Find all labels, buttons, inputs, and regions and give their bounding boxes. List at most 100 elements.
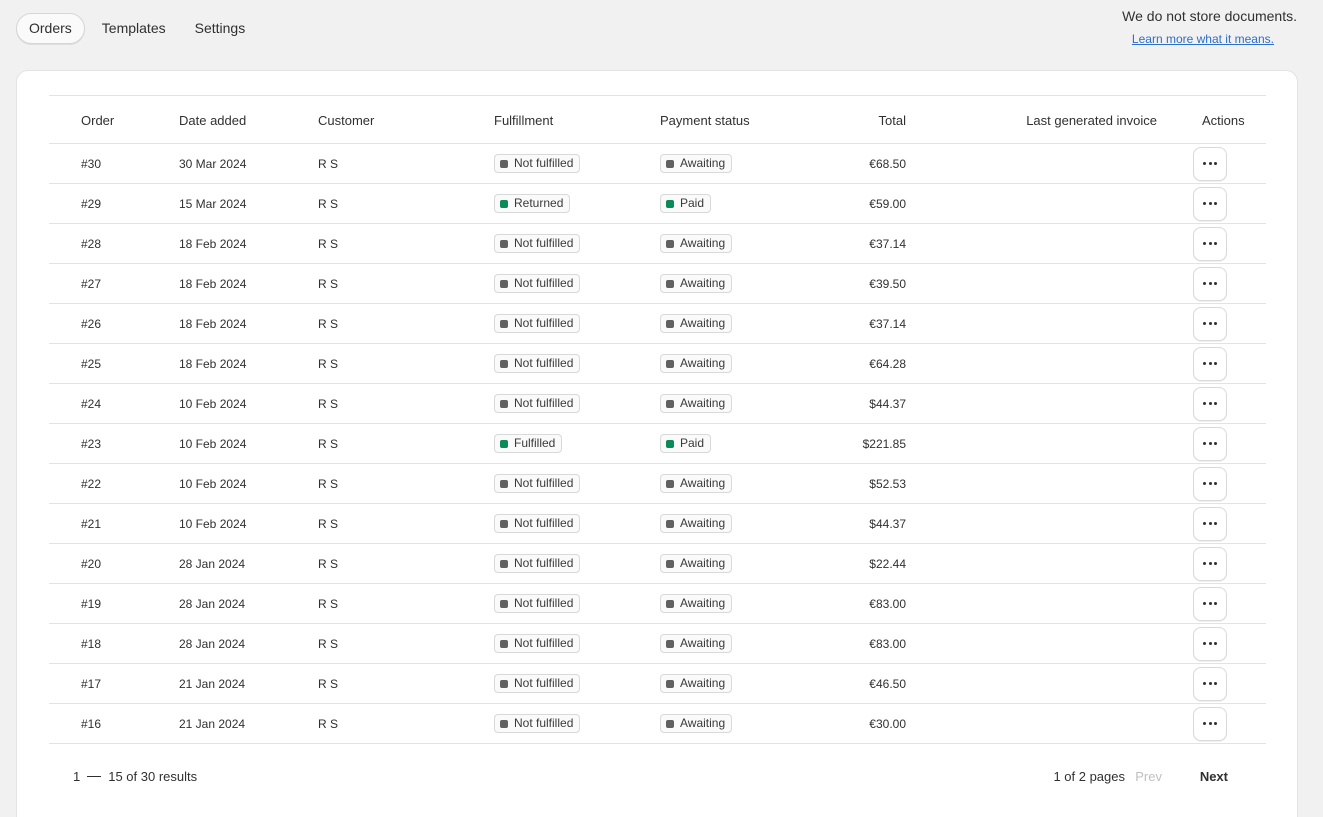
- payment-status-badge-label: Awaiting: [680, 556, 726, 570]
- date-added: 28 Jan 2024: [179, 636, 246, 651]
- more-horizontal-icon: [1203, 482, 1217, 485]
- row-actions-button[interactable]: [1193, 546, 1227, 581]
- more-horizontal-icon: [1203, 522, 1217, 525]
- last-generated-invoice: [906, 584, 1189, 624]
- date-added: 18 Feb 2024: [179, 356, 247, 371]
- payment-status-cell: Awaiting: [660, 544, 795, 584]
- more-horizontal-icon: [1203, 682, 1217, 685]
- payment-status-badge-label: Paid: [680, 436, 705, 450]
- fulfillment-cell: Not fulfilled: [494, 224, 660, 264]
- status-dot-icon: [500, 479, 508, 488]
- orders-table-body: #30 30 Mar 2024 R S Not fulfilled Awaiting €6…: [49, 144, 1266, 744]
- payment-status-cell: Awaiting: [660, 584, 795, 624]
- fulfillment-badge-label: Not fulfilled: [514, 476, 574, 490]
- order-total: $44.37: [869, 516, 906, 531]
- customer-name: R S: [318, 596, 339, 611]
- row-actions-button[interactable]: [1193, 626, 1227, 661]
- status-dot-icon: [500, 319, 508, 328]
- tab-settings[interactable]: Settings: [183, 13, 258, 44]
- row-actions-button[interactable]: [1193, 186, 1227, 221]
- fulfillment-badge: Not fulfilled: [494, 394, 581, 413]
- storage-notice-text: We do not store documents.: [1122, 8, 1297, 24]
- table-row: #24 10 Feb 2024 R S Not fulfilled Awaiting $4…: [49, 384, 1266, 424]
- prev-page-button[interactable]: Prev: [1135, 769, 1162, 784]
- row-actions-button[interactable]: [1193, 346, 1227, 381]
- status-dot-icon: [666, 199, 674, 208]
- row-actions-button[interactable]: [1193, 586, 1227, 621]
- fulfillment-badge: Not fulfilled: [494, 594, 581, 613]
- row-actions-button[interactable]: [1193, 266, 1227, 301]
- fulfillment-badge: Not fulfilled: [494, 314, 581, 333]
- fulfillment-cell: Not fulfilled: [494, 144, 660, 184]
- payment-status-badge-label: Awaiting: [680, 356, 726, 370]
- customer-name: R S: [318, 556, 339, 571]
- order-total: €37.14: [869, 236, 906, 251]
- customer-name: R S: [318, 396, 339, 411]
- fulfillment-badge-label: Not fulfilled: [514, 516, 574, 530]
- actions-cell: [1189, 664, 1266, 704]
- row-actions-button[interactable]: [1193, 226, 1227, 261]
- last-generated-invoice: [906, 304, 1189, 344]
- date-added: 10 Feb 2024: [179, 436, 247, 451]
- orders-table-header: Order Date added Customer Fulfillment Pa…: [49, 95, 1266, 144]
- payment-status-badge: Awaiting: [660, 154, 733, 173]
- last-generated-invoice: [906, 184, 1189, 224]
- fulfillment-badge-label: Returned: [514, 196, 564, 210]
- payment-status-badge: Awaiting: [660, 714, 733, 733]
- date-added: 18 Feb 2024: [179, 236, 247, 251]
- fulfillment-cell: Not fulfilled: [494, 544, 660, 584]
- row-actions-button[interactable]: [1193, 466, 1227, 501]
- payment-status-badge: Paid: [660, 194, 712, 213]
- learn-more-link[interactable]: Learn more what it means.: [1122, 32, 1274, 46]
- actions-cell: [1189, 504, 1266, 544]
- actions-cell: [1189, 384, 1266, 424]
- pagination-bar: 1 15 of 30 results 1 of 2 pages Prev Nex…: [73, 769, 1253, 785]
- order-number: #18: [81, 636, 102, 651]
- row-actions-button[interactable]: [1193, 666, 1227, 701]
- customer-name: R S: [318, 516, 339, 531]
- status-dot-icon: [666, 159, 674, 168]
- row-actions-button[interactable]: [1193, 146, 1227, 181]
- more-horizontal-icon: [1203, 642, 1217, 645]
- order-total: $221.85: [862, 436, 906, 451]
- date-added: 21 Jan 2024: [179, 676, 246, 691]
- payment-status-badge-label: Awaiting: [680, 596, 726, 610]
- fulfillment-cell: Fulfilled: [494, 424, 660, 464]
- fulfillment-badge: Not fulfilled: [494, 234, 581, 253]
- tab-orders[interactable]: Orders: [16, 13, 85, 44]
- row-actions-button[interactable]: [1193, 506, 1227, 541]
- payment-status-cell: Awaiting: [660, 264, 795, 304]
- fulfillment-badge: Not fulfilled: [494, 634, 581, 653]
- order-number: #27: [81, 276, 102, 291]
- date-added: 18 Feb 2024: [179, 316, 247, 331]
- payment-status-cell: Awaiting: [660, 224, 795, 264]
- order-number: #28: [81, 236, 102, 251]
- status-dot-icon: [666, 679, 674, 688]
- payment-status-cell: Awaiting: [660, 384, 795, 424]
- order-total: €39.50: [869, 276, 906, 291]
- results-range: 1 15 of 30 results: [73, 769, 197, 784]
- status-dot-icon: [666, 559, 674, 568]
- order-total: $22.44: [869, 556, 906, 571]
- table-row: #20 28 Jan 2024 R S Not fulfilled Awaiting $2…: [49, 544, 1266, 584]
- payment-status-badge: Awaiting: [660, 234, 733, 253]
- status-dot-icon: [500, 519, 508, 528]
- orders-table: Order Date added Customer Fulfillment Pa…: [49, 95, 1266, 744]
- order-number: #30: [81, 156, 102, 171]
- row-actions-button[interactable]: [1193, 386, 1227, 421]
- payment-status-badge: Awaiting: [660, 674, 733, 693]
- tab-templates[interactable]: Templates: [90, 13, 178, 44]
- page-count: 1 of 2 pages: [1053, 769, 1125, 784]
- status-dot-icon: [666, 239, 674, 248]
- payment-status-badge-label: Awaiting: [680, 316, 726, 330]
- more-horizontal-icon: [1203, 442, 1217, 445]
- fulfillment-cell: Not fulfilled: [494, 664, 660, 704]
- row-actions-button[interactable]: [1193, 306, 1227, 341]
- order-total: €30.00: [869, 716, 906, 731]
- status-dot-icon: [500, 679, 508, 688]
- customer-name: R S: [318, 636, 339, 651]
- status-dot-icon: [666, 279, 674, 288]
- next-page-button[interactable]: Next: [1200, 769, 1228, 784]
- row-actions-button[interactable]: [1193, 706, 1227, 741]
- row-actions-button[interactable]: [1193, 426, 1227, 461]
